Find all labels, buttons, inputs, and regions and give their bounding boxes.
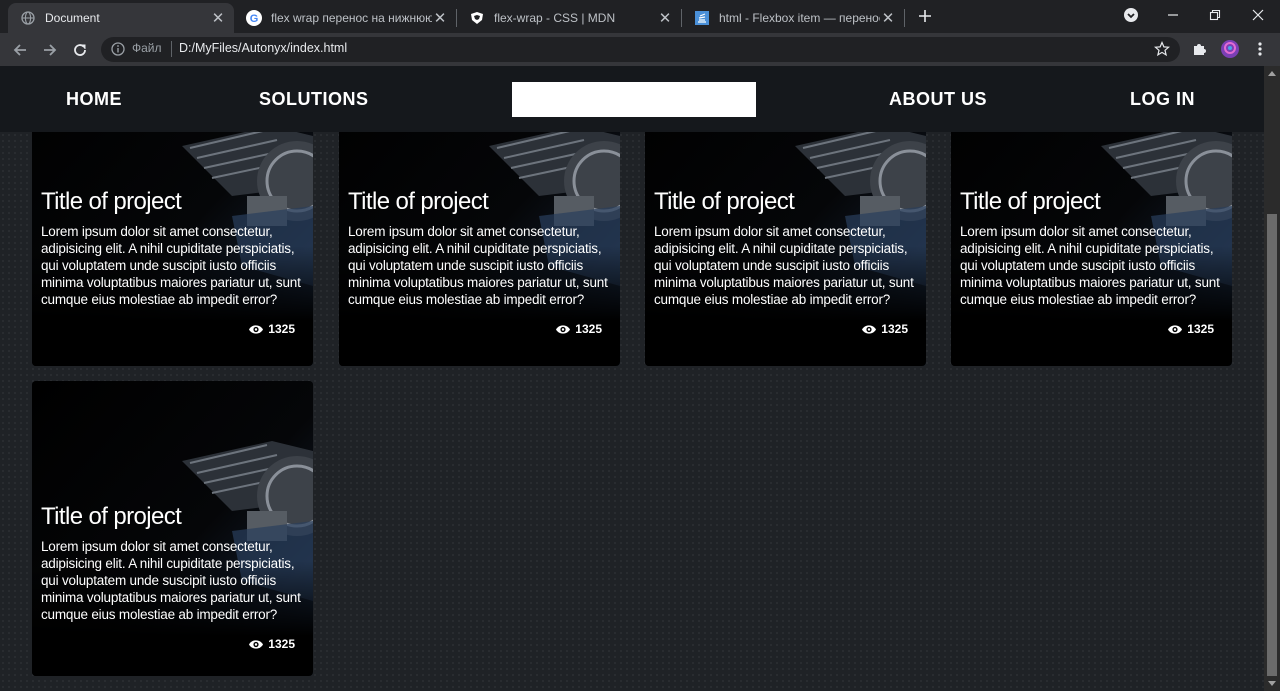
tab-search-icon[interactable] [1109, 0, 1153, 30]
view-count-value: 1325 [268, 322, 295, 336]
tab-title: flex-wrap - CSS | MDN [494, 11, 616, 25]
minimize-icon[interactable] [1151, 0, 1195, 30]
view-count-value: 1325 [881, 322, 908, 336]
browser-menu-icon[interactable] [1250, 39, 1270, 59]
mdn-icon [469, 10, 485, 26]
nav-about-link[interactable]: ABOUT US [889, 89, 987, 110]
restore-icon[interactable] [1193, 0, 1237, 30]
close-tab-icon[interactable]: ✕ [210, 10, 226, 26]
close-window-icon[interactable] [1236, 0, 1280, 30]
tab-title: html - Flexbox item — перенос [719, 11, 880, 25]
extensions-puzzle-icon[interactable] [1189, 39, 1209, 59]
scrollbar-thumb[interactable] [1267, 214, 1277, 676]
card-title: Title of project [41, 503, 182, 530]
card-description: Lorem ipsum dolor sit amet consectetur, … [41, 224, 301, 307]
card-title: Title of project [348, 188, 489, 215]
page-viewport: HOME SOLUTIONS ABOUT US LOG IN Title of … [0, 66, 1264, 691]
reload-icon[interactable] [67, 37, 93, 63]
view-count-value: 1325 [575, 322, 602, 336]
card-view-count: 1325 [861, 322, 908, 336]
card-description: Lorem ipsum dolor sit amet consectetur, … [654, 224, 914, 307]
eye-icon [249, 324, 264, 334]
tab-google-search[interactable]: G flex wrap перенос на нижнюю с ✕ [234, 3, 456, 33]
browser-tab-strip: Document ✕ G flex wrap перенос на нижнюю… [0, 0, 1280, 33]
card-description: Lorem ipsum dolor sit amet consectetur, … [960, 224, 1220, 307]
stackoverflow-icon [694, 10, 710, 26]
nav-login-link[interactable]: LOG IN [1130, 89, 1195, 110]
forward-arrow-icon[interactable] [37, 37, 63, 63]
project-card[interactable]: Title of project Lorem ipsum dolor sit a… [32, 381, 313, 676]
address-scheme-label: Файл [132, 41, 162, 55]
nav-solutions-link[interactable]: SOLUTIONS [259, 89, 369, 110]
new-tab-icon[interactable] [914, 5, 936, 27]
close-tab-icon[interactable]: ✕ [880, 10, 896, 26]
tab-mdn[interactable]: flex-wrap - CSS | MDN ✕ [457, 3, 681, 33]
card-view-count: 1325 [248, 322, 295, 336]
eye-icon [249, 639, 264, 649]
card-title: Title of project [960, 188, 1101, 215]
address-divider [171, 41, 172, 57]
site-navbar: HOME SOLUTIONS ABOUT US LOG IN [0, 66, 1264, 132]
tab-divider [904, 9, 905, 27]
view-count-value: 1325 [268, 637, 295, 651]
scroll-down-arrow-icon[interactable] [1268, 681, 1276, 686]
nav-home-link[interactable]: HOME [66, 89, 122, 110]
eye-icon [1168, 324, 1183, 334]
view-count-value: 1325 [1187, 322, 1214, 336]
address-url[interactable]: D:/MyFiles/Autonyx/index.html [179, 41, 347, 55]
card-description: Lorem ipsum dolor sit amet consectetur, … [41, 539, 301, 622]
bookmark-star-icon[interactable] [1152, 39, 1172, 59]
close-tab-icon[interactable]: ✕ [432, 10, 448, 26]
google-icon: G [246, 10, 262, 26]
card-view-count: 1325 [248, 637, 295, 651]
nav-search-input[interactable] [512, 82, 756, 117]
info-icon[interactable] [111, 42, 125, 56]
card-view-count: 1325 [1167, 322, 1214, 336]
tab-title: Document [45, 11, 100, 25]
card-title: Title of project [654, 188, 795, 215]
tab-stackoverflow[interactable]: html - Flexbox item — перенос ✕ [682, 3, 904, 33]
profile-avatar-icon[interactable] [1220, 39, 1240, 59]
card-view-count: 1325 [555, 322, 602, 336]
card-title: Title of project [41, 188, 182, 215]
tab-title: flex wrap перенос на нижнюю с [271, 11, 432, 25]
tab-document[interactable]: Document ✕ [8, 3, 234, 33]
eye-icon [862, 324, 877, 334]
card-description: Lorem ipsum dolor sit amet consectetur, … [348, 224, 608, 307]
scroll-up-arrow-icon[interactable] [1268, 71, 1276, 76]
close-tab-icon[interactable]: ✕ [657, 10, 673, 26]
svg-text:G: G [250, 13, 259, 25]
eye-icon [556, 324, 571, 334]
back-arrow-icon[interactable] [7, 37, 33, 63]
globe-icon [20, 10, 36, 26]
